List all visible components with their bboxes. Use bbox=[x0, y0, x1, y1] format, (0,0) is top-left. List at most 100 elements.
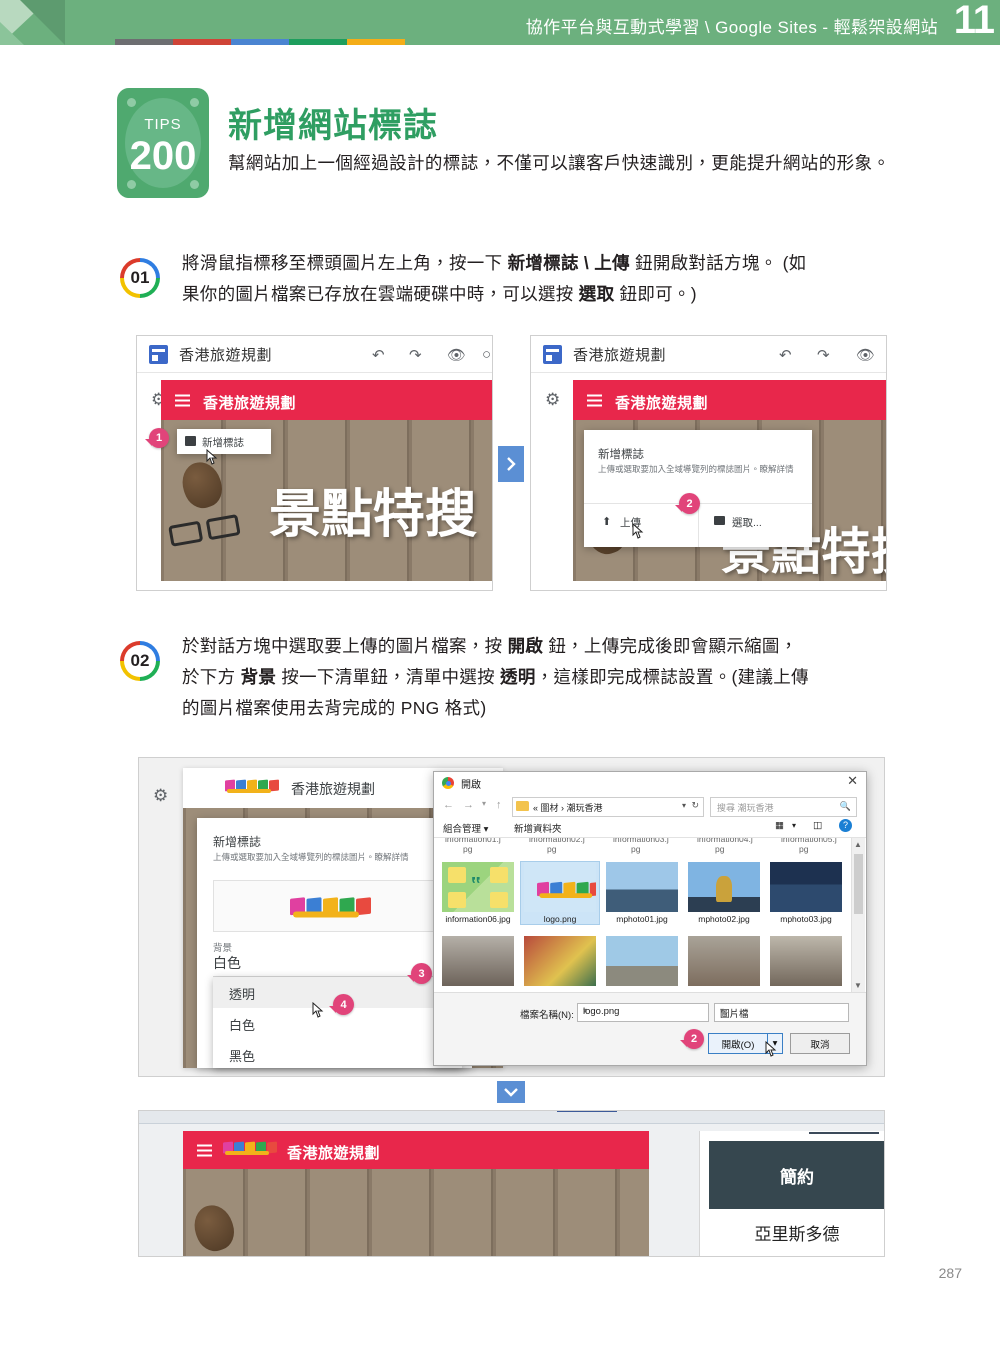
theme-gear-icon[interactable]: ⚙ bbox=[153, 786, 168, 806]
callout-4: 4 bbox=[329, 994, 354, 1015]
tips-badge: TIPS 200 bbox=[117, 88, 209, 198]
callout-1: 1 bbox=[145, 428, 169, 448]
file-item-selected[interactable]: logo.png bbox=[520, 861, 600, 925]
page-header: 協作平台與互動式學習 \ Google Sites - 輕鬆架設網站 11 bbox=[0, 0, 1000, 45]
screenshot-step1-left: 香港旅遊規劃 ↶ ↷ 👁 ○ ⚙ 香港旅遊規劃 景點特搜 新增標誌 1 bbox=[136, 335, 493, 591]
file-item[interactable]: mphoto01.jpg bbox=[603, 862, 681, 924]
step-02-number: 02 bbox=[130, 651, 150, 670]
dialog-titlebar: 開啟 ✕ bbox=[434, 772, 866, 794]
close-icon[interactable]: ✕ bbox=[847, 774, 858, 788]
step-02-t2-b2: 透明 bbox=[500, 667, 536, 687]
preview-icon[interactable]: 👁 bbox=[856, 346, 875, 364]
search-box[interactable]: 搜尋 潮玩香港 🔍 bbox=[710, 797, 857, 817]
callout-2: 2 bbox=[680, 1029, 704, 1049]
pinecone-decor bbox=[188, 1200, 240, 1256]
callout-2: 2 bbox=[675, 493, 700, 514]
scrollbar-thumb[interactable] bbox=[854, 854, 863, 914]
refresh-icon[interactable]: ↻ bbox=[691, 800, 699, 811]
panel-top-rule bbox=[709, 1131, 884, 1135]
view-icon[interactable]: ▦ bbox=[775, 820, 784, 831]
file-thumbnail bbox=[606, 936, 678, 986]
header-corner-dark bbox=[20, 0, 65, 45]
filetype-select[interactable]: 圖片檔 ▾ bbox=[714, 1003, 849, 1022]
path-text: « 圖材 › 潮玩香港 bbox=[533, 803, 603, 813]
redo-icon[interactable]: ↷ bbox=[817, 346, 830, 364]
more-icon[interactable]: ○ bbox=[482, 346, 491, 363]
dropdown-option-white[interactable]: 白色 bbox=[229, 1015, 255, 1034]
recent-icon[interactable]: ▾ bbox=[482, 799, 486, 808]
chevron-down-icon[interactable]: ▾ bbox=[682, 801, 686, 810]
hamburger-icon[interactable] bbox=[175, 394, 190, 407]
dropdown-option-black[interactable]: 黑色 bbox=[229, 1046, 255, 1065]
breadcrumb: 協作平台與互動式學習 \ Google Sites - 輕鬆架設網站 bbox=[525, 18, 938, 37]
preview-icon[interactable]: 👁 bbox=[447, 346, 466, 364]
cancel-button[interactable]: 取消 bbox=[790, 1033, 850, 1054]
theme-card-simple[interactable]: 簡約 bbox=[709, 1141, 884, 1209]
mouse-cursor bbox=[631, 523, 645, 540]
new-folder-button[interactable]: 新增資料夾 bbox=[514, 821, 562, 835]
sites-topbar: 香港旅遊規劃 ↶ ↷ 👁 ○ bbox=[137, 336, 492, 373]
file-item[interactable] bbox=[439, 936, 517, 986]
dropdown-option-transparent[interactable]: 透明 bbox=[229, 984, 255, 1003]
organize-menu[interactable]: 組合管理 ▾ bbox=[443, 821, 488, 835]
step-01-t2-end: 鈕即可。) bbox=[614, 284, 697, 304]
add-logo-tooltip[interactable]: 新增標誌 bbox=[177, 429, 271, 454]
hamburger-icon[interactable] bbox=[197, 1144, 212, 1157]
theme-card-aristotle[interactable]: 亞里斯多德 bbox=[709, 1209, 884, 1256]
dialog-vdivider bbox=[698, 503, 699, 547]
forward-icon[interactable]: → bbox=[463, 799, 474, 811]
preview-pane-icon[interactable]: ◫ bbox=[813, 820, 822, 831]
up-icon[interactable]: ↑ bbox=[496, 799, 502, 811]
view-chevron-icon[interactable]: ▾ bbox=[792, 821, 796, 830]
google-sites-icon bbox=[543, 345, 562, 364]
undo-icon[interactable]: ↶ bbox=[372, 346, 385, 364]
file-item[interactable] bbox=[603, 936, 681, 986]
file-item[interactable] bbox=[767, 936, 845, 986]
hamburger-icon[interactable] bbox=[197, 783, 212, 794]
image-icon bbox=[185, 436, 196, 446]
dialog-commandbar: 組合管理 ▾ 新增資料夾 ▦ ▾ ◫ ? bbox=[434, 817, 866, 838]
filename-input[interactable]: logo.png ▾ bbox=[577, 1003, 709, 1022]
dialog-navrow: ← → ▾ ↑ « 圖材 › 潮玩香港 ▾ ↻ 搜尋 潮玩香港 🔍 bbox=[434, 795, 866, 817]
file-item[interactable]: mphoto03.jpg bbox=[767, 862, 845, 924]
step-01-badge: 01 bbox=[120, 258, 160, 298]
file-item[interactable] bbox=[685, 936, 763, 986]
site-nav-header: 香港旅遊規劃 bbox=[573, 380, 886, 420]
add-logo-label: 新增標誌 bbox=[202, 437, 244, 449]
google-sites-icon bbox=[149, 345, 168, 364]
screenshot-step1-right: 香港旅遊規劃 ↶ ↷ 👁 ⚙ 香港旅遊規劃 景點特搜 新增標誌 上傳或選取要加入… bbox=[530, 335, 887, 591]
back-icon[interactable]: ← bbox=[443, 799, 454, 811]
open-button[interactable]: 開啟(O) bbox=[708, 1033, 768, 1054]
file-thumbnail: ‟ bbox=[442, 862, 514, 912]
site-banner bbox=[183, 1169, 649, 1256]
file-grid-scrollbar[interactable]: ▲ ▼ bbox=[851, 838, 865, 992]
page-title: 新增網站標誌 bbox=[228, 107, 438, 145]
step-02-t1-end: 鈕，上傳完成後即會顯示縮圖， bbox=[543, 636, 798, 656]
help-icon[interactable]: ? bbox=[839, 819, 852, 832]
file-thumbnail bbox=[770, 936, 842, 986]
step-01-t2: 果你的圖片檔案已存放在雲端硬碟中時，可以選按 bbox=[182, 284, 579, 304]
file-item[interactable] bbox=[521, 936, 599, 986]
mouse-cursor bbox=[764, 1041, 778, 1058]
site-title: 香港旅遊規劃 bbox=[287, 1145, 381, 1162]
step-02-t1-bold: 開啟 bbox=[507, 636, 544, 656]
file-thumbnail bbox=[688, 862, 760, 912]
mouse-cursor bbox=[205, 449, 219, 466]
background-dropdown-list[interactable]: 透明 白色 黑色 bbox=[213, 977, 462, 1068]
chevron-down-icon[interactable]: ▾ bbox=[720, 1006, 844, 1015]
truncated-filename-row: information01.j pg information02.j pg info… bbox=[445, 838, 837, 854]
chevron-down-icon[interactable]: ▾ bbox=[583, 1006, 704, 1015]
logo-preview-image bbox=[290, 895, 373, 922]
site-nav-header: 香港旅遊規劃 bbox=[161, 380, 492, 420]
filename-label: 檔案名稱(N): bbox=[520, 1010, 574, 1021]
file-item[interactable]: ‟ information06.jpg bbox=[439, 862, 517, 924]
redo-icon[interactable]: ↷ bbox=[409, 346, 422, 364]
hamburger-icon[interactable] bbox=[587, 394, 602, 407]
tips-badge-number: 200 bbox=[129, 134, 197, 178]
theme-gear-icon[interactable]: ⚙ bbox=[545, 390, 560, 410]
path-bar[interactable]: « 圖材 › 潮玩香港 ▾ ↻ bbox=[512, 797, 704, 817]
step-01-number: 01 bbox=[130, 268, 150, 287]
file-item[interactable]: mphoto02.jpg bbox=[685, 862, 763, 924]
step-02-text: 於對話方塊中選取要上傳的圖片檔案，按 開啟 鈕，上傳完成後即會顯示縮圖， 於下方… bbox=[182, 631, 922, 724]
undo-icon[interactable]: ↶ bbox=[779, 346, 792, 364]
